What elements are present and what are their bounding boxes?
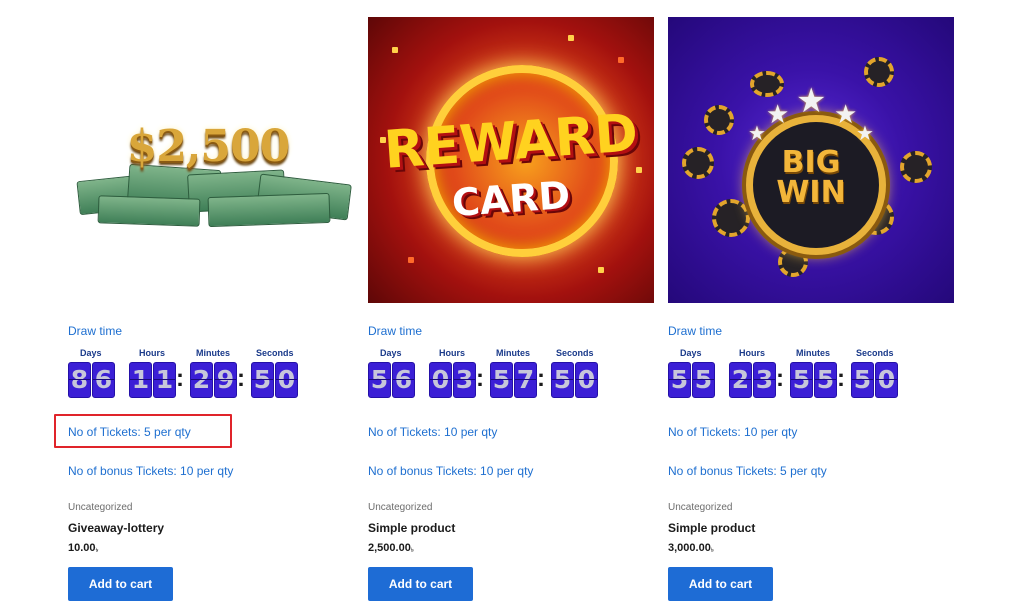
add-to-cart-button[interactable]: Add to cart [68, 567, 173, 601]
product-category[interactable]: Uncategorized [68, 502, 132, 513]
image-caption: $2,500 [126, 121, 290, 172]
days-digit-2: 6 [392, 362, 415, 398]
days-digit-1: 5 [368, 362, 391, 398]
minutes-digit-2: 5 [814, 362, 837, 398]
add-to-cart-button[interactable]: Add to cart [668, 567, 773, 601]
product-category[interactable]: Uncategorized [668, 502, 732, 513]
countdown-separator: : [776, 365, 784, 392]
minutes-label: Minutes [196, 348, 231, 358]
draw-time-label: Draw time [368, 324, 423, 338]
seconds-digit-1: 5 [851, 362, 874, 398]
image-caption-line-2: WIN [776, 175, 846, 210]
product-card: ★ ★ ★ ★ ★ BIG WIN Draw time Days Hours M… [668, 0, 954, 613]
tickets-info[interactable]: No of Tickets: 10 per qty [668, 425, 797, 439]
days-digit-1: 8 [68, 362, 91, 398]
add-to-cart-button[interactable]: Add to cart [368, 567, 473, 601]
countdown-timer: 55235550:: [668, 362, 908, 398]
hours-label: Hours [139, 348, 166, 358]
countdown-labels: Days Hours Minutes Seconds [68, 348, 308, 360]
days-digit-1: 5 [668, 362, 691, 398]
bonus-tickets-info[interactable]: No of bonus Tickets: 5 per qty [668, 464, 827, 478]
bonus-tickets-info[interactable]: No of bonus Tickets: 10 per qty [68, 464, 233, 478]
seconds-digit-2: 0 [575, 362, 598, 398]
minutes-digit-2: 7 [514, 362, 537, 398]
draw-time-label: Draw time [668, 324, 723, 338]
countdown-separator: : [237, 365, 245, 392]
days-digit-2: 5 [692, 362, 715, 398]
seconds-digit-1: 5 [251, 362, 274, 398]
hours-digit-1: 0 [429, 362, 452, 398]
product-title[interactable]: Simple product [368, 521, 455, 535]
image-caption-line-1: BIG [781, 145, 841, 180]
product-image-reward-card[interactable]: REWARD CARD [368, 17, 654, 303]
product-image-money[interactable]: $2,500 [68, 17, 354, 303]
hours-digit-2: 3 [753, 362, 776, 398]
countdown-separator: : [476, 365, 484, 392]
seconds-digit-1: 5 [551, 362, 574, 398]
countdown-labels: Days Hours Minutes Seconds [368, 348, 608, 360]
product-price: 10.00৳ [68, 542, 99, 554]
hours-digit-1: 1 [129, 362, 152, 398]
product-title[interactable]: Simple product [668, 521, 755, 535]
days-label: Days [380, 348, 402, 358]
product-price: 2,500.00৳ [368, 542, 414, 554]
countdown-separator: : [837, 365, 845, 392]
product-card: REWARD CARD Draw time Days Hours Minutes… [368, 0, 654, 613]
product-title[interactable]: Giveaway-lottery [68, 521, 164, 535]
countdown-separator: : [176, 365, 184, 392]
minutes-digit-1: 5 [490, 362, 513, 398]
countdown-separator: : [537, 365, 545, 392]
seconds-digit-2: 0 [275, 362, 298, 398]
minutes-label: Minutes [496, 348, 531, 358]
product-price: 3,000.00৳ [668, 542, 714, 554]
bonus-tickets-info[interactable]: No of bonus Tickets: 10 per qty [368, 464, 533, 478]
hours-digit-2: 1 [153, 362, 176, 398]
countdown-timer: 56035750:: [368, 362, 608, 398]
hours-digit-2: 3 [453, 362, 476, 398]
draw-time-label: Draw time [68, 324, 123, 338]
product-card: $2,500 Draw time Days Hours Minutes Seco… [54, 0, 354, 613]
product-image-big-win[interactable]: ★ ★ ★ ★ ★ BIG WIN [668, 17, 954, 303]
seconds-label: Seconds [256, 348, 294, 358]
minutes-label: Minutes [796, 348, 831, 358]
days-label: Days [80, 348, 102, 358]
minutes-digit-1: 5 [790, 362, 813, 398]
seconds-label: Seconds [556, 348, 594, 358]
tickets-info[interactable]: No of Tickets: 5 per qty [68, 425, 191, 439]
product-category[interactable]: Uncategorized [368, 502, 432, 513]
days-label: Days [680, 348, 702, 358]
tickets-info[interactable]: No of Tickets: 10 per qty [368, 425, 497, 439]
minutes-digit-1: 2 [190, 362, 213, 398]
days-digit-2: 6 [92, 362, 115, 398]
seconds-digit-2: 0 [875, 362, 898, 398]
countdown-timer: 86112950:: [68, 362, 308, 398]
minutes-digit-2: 9 [214, 362, 237, 398]
countdown-labels: Days Hours Minutes Seconds [668, 348, 908, 360]
hours-digit-1: 2 [729, 362, 752, 398]
hours-label: Hours [439, 348, 466, 358]
seconds-label: Seconds [856, 348, 894, 358]
hours-label: Hours [739, 348, 766, 358]
